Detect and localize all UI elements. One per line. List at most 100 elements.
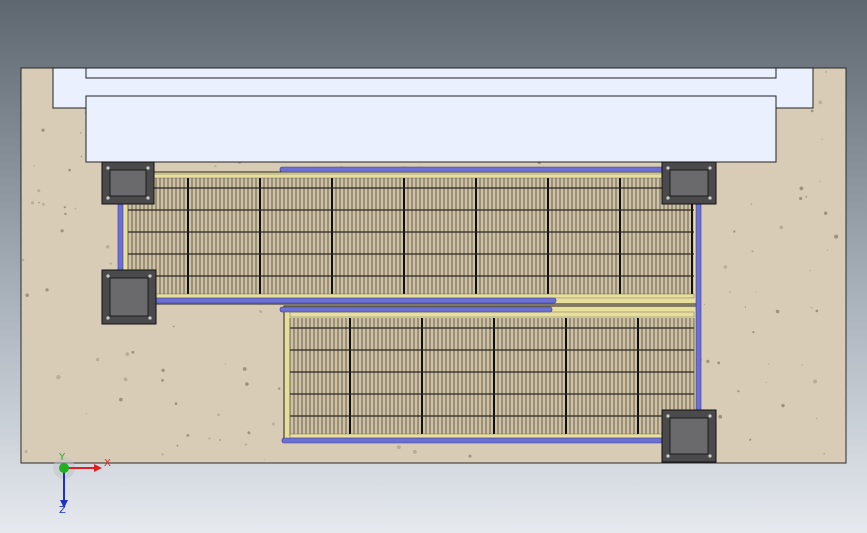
- upper-wall[interactable]: [52, 67, 814, 163]
- anchor-bolt: [708, 166, 712, 170]
- concrete-speck: [30, 201, 35, 205]
- concrete-speck: [809, 270, 811, 272]
- concrete-speck: [815, 309, 819, 313]
- concrete-speck: [63, 206, 66, 209]
- concrete-speck: [729, 291, 732, 294]
- base-plate[interactable]: [101, 269, 157, 325]
- rail-lower-top: [279, 306, 553, 313]
- concrete-speck: [41, 202, 45, 206]
- concrete-speck: [821, 138, 823, 140]
- concrete-speck: [750, 203, 753, 206]
- base-plate[interactable]: [661, 161, 717, 205]
- anchor-bolt: [106, 196, 110, 200]
- concrete-speck: [80, 132, 82, 134]
- concrete-speck: [119, 397, 123, 402]
- anchor-bolt: [148, 274, 152, 278]
- concrete-speck: [161, 368, 165, 372]
- concrete-speck: [823, 452, 826, 455]
- concrete-speck: [468, 454, 472, 458]
- concrete-speck: [21, 258, 25, 262]
- concrete-speck: [85, 413, 87, 415]
- concrete-speck: [818, 100, 823, 105]
- anchor-bolt: [708, 196, 712, 200]
- concrete-speck: [131, 350, 135, 354]
- y-axis-marker: [59, 463, 69, 473]
- concrete-speck: [799, 196, 803, 201]
- concrete-speck: [834, 234, 839, 239]
- rail-upper-bottom: [125, 297, 557, 304]
- concrete-speck: [38, 201, 40, 204]
- anchor-bolt: [106, 274, 110, 278]
- concrete-speck: [744, 306, 747, 308]
- concrete-speck: [412, 449, 417, 454]
- z-axis-label: Z: [59, 505, 66, 516]
- anchor-bolt: [106, 166, 110, 170]
- concrete-speck: [751, 250, 754, 253]
- concrete-speck: [125, 352, 130, 356]
- concrete-speck: [737, 390, 740, 393]
- concrete-speck: [779, 225, 784, 230]
- frame-strip: [127, 293, 695, 299]
- concrete-speck: [752, 331, 755, 334]
- frame-strip: [289, 311, 695, 318]
- concrete-speck: [799, 186, 804, 191]
- concrete-speck: [264, 458, 265, 460]
- concrete-speck: [717, 361, 721, 365]
- frame-strip: [127, 173, 695, 179]
- base-plate-post: [109, 277, 149, 317]
- x-axis-head: [94, 464, 102, 472]
- concrete-speck: [33, 165, 35, 167]
- base-plate[interactable]: [661, 409, 717, 463]
- concrete-speck: [775, 309, 780, 314]
- concrete-speck: [703, 303, 705, 305]
- rail-right: [695, 199, 702, 421]
- upper-platform[interactable]: [121, 171, 701, 305]
- anchor-bolt: [106, 316, 110, 320]
- concrete-speck: [827, 249, 828, 251]
- upper-grating: [127, 178, 694, 294]
- concrete-speck: [217, 413, 220, 417]
- anchor-bolt: [666, 414, 670, 418]
- base-plate[interactable]: [101, 161, 155, 205]
- lower-platform[interactable]: [283, 305, 701, 443]
- concrete-speck: [271, 422, 275, 426]
- concrete-speck: [242, 367, 247, 371]
- anchor-bolt: [148, 316, 152, 320]
- concrete-speck: [259, 310, 262, 313]
- concrete-speck: [186, 434, 190, 437]
- concrete-speck: [819, 180, 821, 183]
- concrete-speck: [718, 414, 723, 419]
- graphics-viewport[interactable]: X Y Z: [0, 0, 867, 533]
- concrete-speck: [801, 364, 803, 366]
- concrete-speck: [60, 229, 64, 233]
- concrete-speck: [810, 306, 813, 309]
- concrete-speck: [172, 325, 175, 328]
- lower-grating: [289, 318, 695, 436]
- concrete-speck: [208, 437, 211, 440]
- model-scene[interactable]: [0, 0, 867, 533]
- concrete-speck: [41, 128, 45, 132]
- concrete-speck: [278, 387, 281, 390]
- concrete-speck: [733, 230, 736, 233]
- concrete-speck: [765, 381, 767, 383]
- concrete-speck: [781, 403, 785, 408]
- concrete-speck: [810, 109, 814, 113]
- base-plate-post: [669, 417, 709, 455]
- concrete-speck: [68, 168, 71, 172]
- concrete-speck: [245, 382, 249, 386]
- concrete-speck: [706, 359, 710, 363]
- concrete-speck: [813, 379, 818, 384]
- concrete-speck: [224, 363, 227, 365]
- concrete-speck: [723, 265, 728, 269]
- concrete-speck: [95, 357, 100, 362]
- anchor-bolt: [666, 454, 670, 458]
- concrete-speck: [816, 417, 818, 420]
- concrete-speck: [176, 444, 179, 447]
- concrete-speck: [805, 195, 808, 198]
- concrete-speck: [219, 439, 222, 441]
- concrete-speck: [397, 445, 401, 450]
- concrete-speck: [161, 453, 164, 456]
- concrete-speck: [247, 431, 251, 435]
- concrete-speck: [64, 212, 67, 216]
- anchor-bolt: [666, 166, 670, 170]
